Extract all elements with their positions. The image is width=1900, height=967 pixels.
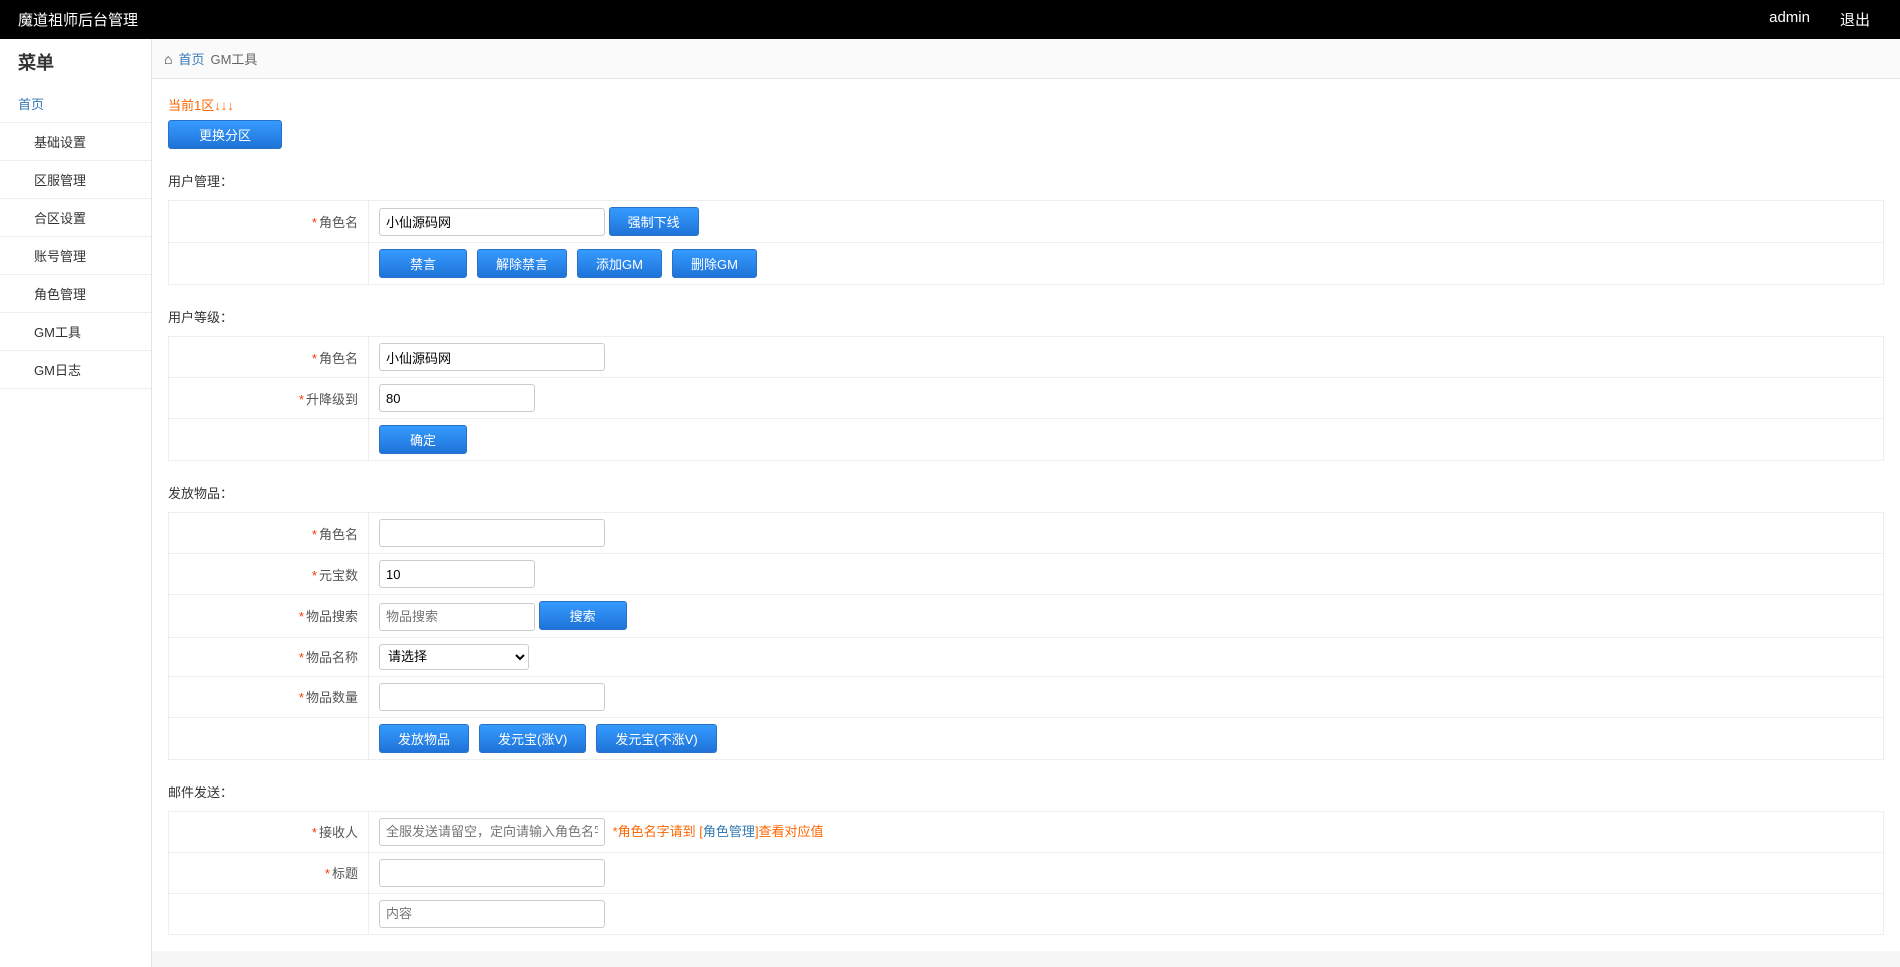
top-header: 魔道祖师后台管理 admin 退出 (0, 0, 1900, 39)
gi-search-button[interactable]: 搜索 (539, 601, 627, 630)
mute-button[interactable]: 禁言 (379, 249, 467, 278)
gi-yuanbao-input[interactable] (379, 560, 535, 588)
mail-recipient-input[interactable] (379, 818, 605, 846)
breadcrumb: 首页 GM工具 (152, 39, 1900, 79)
app-title: 魔道祖师后台管理 (18, 9, 138, 30)
give-yuanbao-nov-button[interactable]: 发元宝(不涨V) (596, 724, 716, 753)
gi-role-input[interactable] (379, 519, 605, 547)
force-offline-button[interactable]: 强制下线 (609, 207, 699, 236)
ul-level-input[interactable] (379, 384, 535, 412)
sidebar-item-role-mgmt[interactable]: 角色管理 (0, 275, 151, 313)
sidebar-menu: 首页 基础设置 区服管理 合区设置 账号管理 角色管理 GM工具 GM日志 (0, 85, 151, 389)
gi-itemname-select[interactable]: 请选择 (379, 644, 529, 670)
mail-recipient-hint: *角色名字请到 [角色管理]查看对应值 (613, 824, 824, 839)
header-user-area: admin 退出 (1769, 9, 1870, 30)
unmute-button[interactable]: 解除禁言 (477, 249, 567, 278)
give-item-button[interactable]: 发放物品 (379, 724, 469, 753)
user-mgmt-table: *角色名 强制下线 禁言 解除禁言 添加GM 删除GM (168, 200, 1884, 285)
mail-subject-input[interactable] (379, 859, 605, 887)
sidebar-item-merge-settings[interactable]: 合区设置 (0, 199, 151, 237)
mail-table: *接收人 *角色名字请到 [角色管理]查看对应值 *标题 (168, 811, 1884, 935)
give-yuanbao-v-button[interactable]: 发元宝(涨V) (479, 724, 586, 753)
give-item-table: *角色名 *元宝数 *物品搜索 搜索 *物品名称 (168, 512, 1884, 760)
zone-status[interactable]: 当前1区↓↓↓ (168, 95, 1884, 114)
mail-recipient-label: 接收人 (319, 825, 358, 840)
gi-qty-input[interactable] (379, 683, 605, 711)
gi-qty-label: 物品数量 (306, 690, 358, 705)
ul-confirm-button[interactable]: 确定 (379, 425, 467, 454)
logout-link[interactable]: 退出 (1840, 9, 1870, 30)
sidebar-item-basic-settings[interactable]: 基础设置 (0, 123, 151, 161)
gi-itemname-label: 物品名称 (306, 650, 358, 665)
content: 当前1区↓↓↓ 更换分区 用户管理： *角色名 强制下线 禁言 (152, 79, 1900, 951)
section-user-level-title: 用户等级： (168, 307, 1884, 326)
header-user-link[interactable]: admin (1769, 9, 1810, 30)
ul-level-label: 升降级到 (306, 392, 358, 407)
user-level-table: *角色名 *升降级到 确定 (168, 336, 1884, 461)
gi-search-input[interactable] (379, 603, 535, 631)
gi-role-label: 角色名 (319, 527, 358, 542)
sidebar-item-home[interactable]: 首页 (0, 85, 151, 123)
switch-zone-button[interactable]: 更换分区 (168, 120, 282, 149)
gi-search-label: 物品搜索 (306, 609, 358, 624)
ul-role-label: 角色名 (319, 351, 358, 366)
section-give-item-title: 发放物品： (168, 483, 1884, 502)
sidebar-item-gm-tools[interactable]: GM工具 (0, 313, 151, 351)
home-icon (164, 51, 172, 67)
um-role-label: 角色名 (319, 215, 358, 230)
mail-subject-label: 标题 (332, 866, 358, 881)
um-role-input[interactable] (379, 208, 605, 236)
sidebar-item-account-mgmt[interactable]: 账号管理 (0, 237, 151, 275)
sidebar-item-gm-logs[interactable]: GM日志 (0, 351, 151, 389)
section-user-mgmt-title: 用户管理： (168, 171, 1884, 190)
add-gm-button[interactable]: 添加GM (577, 249, 662, 278)
mail-content-input[interactable] (379, 900, 605, 928)
sidebar: 菜单 首页 基础设置 区服管理 合区设置 账号管理 角色管理 GM工具 GM日志 (0, 39, 152, 967)
gi-yuanbao-label: 元宝数 (319, 568, 358, 583)
mail-role-mgmt-link[interactable]: 角色管理 (703, 824, 755, 839)
ul-role-input[interactable] (379, 343, 605, 371)
breadcrumb-home[interactable]: 首页 (178, 49, 204, 68)
breadcrumb-current: GM工具 (210, 49, 257, 68)
sidebar-title: 菜单 (0, 39, 151, 85)
sidebar-item-zone-mgmt[interactable]: 区服管理 (0, 161, 151, 199)
section-mail-title: 邮件发送： (168, 782, 1884, 801)
delete-gm-button[interactable]: 删除GM (672, 249, 757, 278)
main-area: 首页 GM工具 当前1区↓↓↓ 更换分区 用户管理： *角色名 强制下线 (152, 39, 1900, 967)
